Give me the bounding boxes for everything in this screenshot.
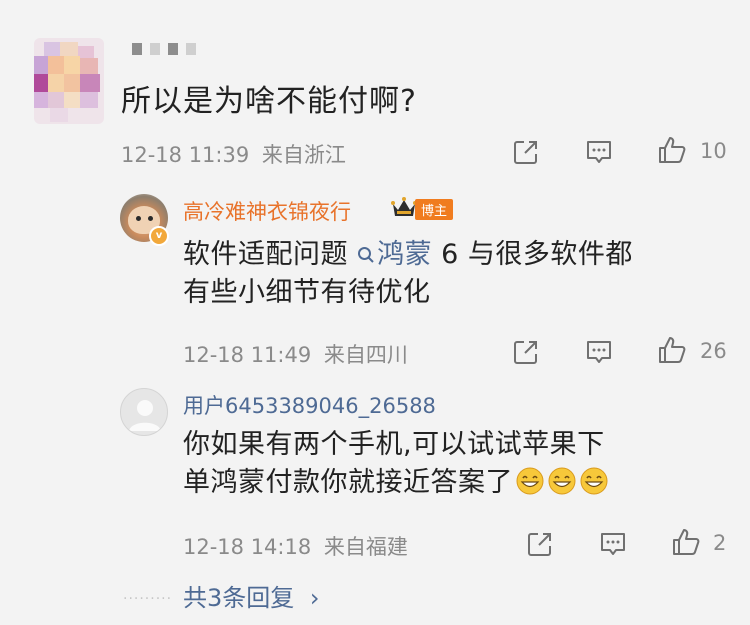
reply-meta: 12-18 11:49 来自四川 [183, 339, 408, 369]
reply-date: 12-18 11:49 [183, 343, 312, 367]
reply-meta: 12-18 14:18 来自福建 [183, 531, 408, 561]
grin-emoji-icon [548, 467, 576, 495]
topic-link[interactable]: 鸿蒙 [357, 239, 432, 270]
share-button[interactable] [511, 337, 541, 371]
share-icon [514, 141, 537, 164]
blogger-badge: 博主 [415, 199, 454, 220]
crown-icon [391, 197, 417, 216]
comment-button[interactable] [584, 337, 614, 371]
verified-icon: v [149, 226, 169, 246]
reply-location: 来自四川 [323, 343, 408, 367]
reply-text-segment: 软件适配问题 [183, 239, 358, 270]
like-button[interactable] [657, 335, 687, 369]
share-button[interactable] [525, 529, 555, 563]
search-icon [358, 247, 374, 263]
more-replies-label: 共3条回复 [183, 584, 295, 612]
avatar[interactable] [34, 38, 104, 124]
reply-location: 来自福建 [323, 535, 408, 559]
comment-button[interactable] [584, 137, 614, 171]
like-icon [659, 137, 686, 163]
comment-date: 12-18 11:39 [121, 143, 250, 167]
like-count: 2 [713, 531, 727, 555]
more-replies-link[interactable]: 共3条回复 › [183, 578, 320, 613]
reply-text-line: 有些小细节有待优化 [183, 277, 431, 308]
like-icon [673, 529, 700, 555]
like-button[interactable] [657, 135, 687, 169]
comment-icon [587, 341, 611, 363]
reply-author[interactable]: 用户6453389046_26588 [183, 390, 436, 420]
reply-text-line: 你如果有两个手机,可以试试苹果下 [183, 429, 605, 460]
grin-emoji-icon [580, 467, 608, 495]
comment-text: 所以是为啥不能付啊? [121, 84, 417, 119]
share-button[interactable] [511, 137, 541, 171]
chevron-right-icon: › [309, 584, 320, 612]
grin-emoji-icon [516, 467, 544, 495]
topic-label: 鸿蒙 [377, 239, 433, 270]
avatar[interactable] [120, 388, 168, 436]
share-icon [528, 533, 551, 556]
comment-icon [587, 141, 611, 163]
comment-meta: 12-18 11:39 来自浙江 [121, 139, 346, 169]
blurred-username[interactable] [132, 40, 204, 55]
default-avatar-icon [129, 400, 161, 431]
reply-text: 你如果有两个手机,可以试试苹果下 单鸿蒙付款你就接近答案了 [183, 426, 609, 502]
reply-date: 12-18 14:18 [183, 535, 312, 559]
like-count: 10 [700, 139, 727, 163]
share-icon [514, 341, 537, 364]
reply-author[interactable]: 高冷难神衣锦夜行 [183, 196, 351, 226]
comment-button[interactable] [598, 529, 628, 563]
separator-dots: ········· [123, 591, 173, 607]
comment-icon [601, 533, 625, 555]
like-button[interactable] [671, 527, 701, 561]
reply-text-segment: 6 与很多软件都 [432, 239, 633, 270]
like-icon [659, 337, 686, 363]
reply-text-line: 单鸿蒙付款你就接近答案了 [183, 467, 513, 498]
like-count: 26 [700, 339, 727, 363]
reply-text: 软件适配问题 鸿蒙 6 与很多软件都 有些小细节有待优化 [183, 236, 633, 312]
comment-location: 来自浙江 [261, 143, 346, 167]
